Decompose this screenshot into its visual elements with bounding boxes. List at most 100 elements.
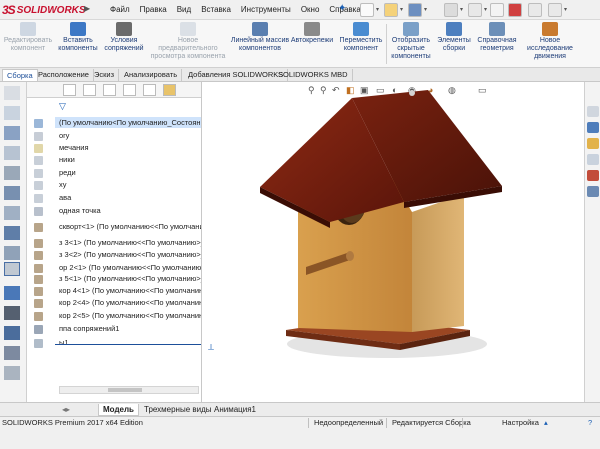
motion-icon[interactable] (4, 326, 20, 340)
undo-dropdown-icon[interactable]: ▾ (484, 6, 487, 13)
tab-model[interactable]: Модель (98, 404, 139, 416)
open-dropdown-icon[interactable]: ▾ (400, 6, 403, 13)
new-dropdown-icon[interactable]: ▾ (376, 6, 379, 13)
graphics-viewport[interactable]: ⚲ ⚲ ↶ ◧ ▣ ▭ ◐ ◉ ◕ ◍ ▭ ⟂ (202, 82, 584, 402)
configuration-manager-tab-icon[interactable] (103, 84, 116, 96)
tab-sketch[interactable]: Эскиз (90, 69, 120, 81)
feature-manager-tab-icon[interactable] (63, 84, 76, 96)
design-library-icon[interactable] (4, 366, 20, 380)
dimxpert-tab-icon[interactable] (123, 84, 136, 96)
render-icon[interactable] (4, 346, 20, 360)
tab-animation1[interactable]: Анимация1 (210, 404, 260, 416)
mate-button[interactable]: Условия сопряжений (102, 22, 146, 53)
tab-solidworks-mbd[interactable]: SOLIDWORKS MBD (274, 69, 353, 81)
mate-reference-icon[interactable] (4, 306, 20, 320)
help-question-icon[interactable]: ? (588, 418, 592, 428)
menu-insert[interactable]: Вставка (201, 5, 231, 14)
tab-layout[interactable]: Расположение (34, 69, 94, 81)
show-hidden-components-button[interactable]: Отобразить скрытые компоненты (388, 22, 434, 61)
select-cursor-icon[interactable] (490, 3, 504, 17)
tree-row-component-6[interactable]: кор 4<1> (По умолчанию<<По умолчанию (59, 285, 201, 296)
zoom-icon[interactable] (4, 146, 20, 160)
pin-icon[interactable]: ✦ (338, 3, 346, 14)
new-motion-study-button[interactable]: Новое исследование движения (526, 22, 574, 61)
menu-view[interactable]: Вид (177, 5, 191, 14)
tree-row-history[interactable]: ory (59, 130, 69, 141)
history-icon (34, 132, 43, 141)
tree-row-component-2[interactable]: з 3<1> (По умолчанию<<По умолчанию>_С (59, 237, 201, 248)
menu-file[interactable]: Файл (110, 5, 130, 14)
open-folder-icon[interactable] (384, 3, 398, 17)
display-style-icon[interactable] (4, 186, 20, 200)
view-orientation-icon[interactable] (4, 106, 20, 120)
insert-components-label: Вставить компоненты (58, 37, 98, 52)
tree-row-right-plane[interactable]: ава (59, 192, 71, 203)
tree-row-last[interactable]: ы1 (59, 337, 69, 348)
birdhouse-model[interactable] (202, 82, 584, 402)
appearances-icon[interactable] (587, 170, 599, 181)
smart-fasteners-button[interactable]: Автокрепежи (290, 22, 334, 45)
file-properties-icon[interactable] (528, 3, 542, 17)
rebuild-traffic-light-icon[interactable] (508, 3, 522, 17)
assembly-features-button[interactable]: Элементы сборки (436, 22, 472, 53)
tree-scrollbar-thumb[interactable] (108, 388, 142, 392)
solidworks-resources-icon[interactable] (587, 106, 599, 117)
tab-evaluate[interactable]: Анализировать (120, 69, 183, 81)
tree-row-root[interactable]: (По умолчанию<По умолчанию_Состояние (55, 117, 201, 128)
undo-icon[interactable] (468, 3, 482, 17)
tree-row-top-plane[interactable]: ху (59, 179, 67, 190)
filter-icon[interactable]: ▽ (59, 101, 66, 112)
file-explorer-icon[interactable] (587, 138, 599, 149)
move-component-button[interactable]: Переместить компонент (338, 22, 384, 53)
tree-horizontal-scrollbar[interactable] (59, 386, 199, 394)
hide-show-icon[interactable] (4, 206, 20, 220)
print-dropdown-icon[interactable]: ▾ (460, 6, 463, 13)
tab-assembly[interactable]: Сборка (2, 69, 38, 81)
save-icon[interactable] (408, 3, 422, 17)
menu-tools[interactable]: Инструменты (241, 5, 291, 14)
tree-row-component-8[interactable]: кор 2<5> (По умолчанию<<По умолчанию (59, 310, 201, 321)
apply-scene-icon[interactable] (4, 246, 20, 260)
tree-row-component-4[interactable]: ор 2<1> (По умолчанию<<По умолчанию (59, 262, 201, 273)
new-document-icon[interactable] (360, 3, 374, 17)
tree-row-front-plane[interactable]: реди (59, 167, 76, 178)
select-icon[interactable] (4, 86, 20, 100)
tree-row-mate-group[interactable]: ппа сопряжений1 (59, 323, 119, 334)
status-units-settings[interactable]: Настройка (502, 418, 539, 428)
component-preview-button[interactable]: Новое предварительного просмотра компоне… (148, 22, 228, 61)
tree-row-annotations[interactable]: мечания (59, 142, 89, 153)
tree-row-component-7[interactable]: кор 2<4> (По умолчанию<<По умолчанию (59, 297, 201, 308)
appearance-tab-icon[interactable] (163, 84, 176, 96)
section-view-icon[interactable] (4, 166, 20, 180)
edit-component-button[interactable]: Редактировать компонент (2, 22, 54, 53)
print-icon[interactable] (444, 3, 458, 17)
property-manager-tab-icon[interactable] (83, 84, 96, 96)
design-library-tab-icon[interactable] (587, 122, 599, 133)
status-units-dropdown-icon[interactable]: ▴ (544, 418, 548, 428)
measure-icon[interactable] (4, 286, 20, 300)
linear-pattern-button[interactable]: Линейный массив компонентов (230, 22, 290, 53)
options-dropdown-icon[interactable]: ▾ (564, 6, 567, 13)
custom-properties-icon[interactable] (587, 186, 599, 197)
tab-3d-views[interactable]: Трехмерные виды (140, 404, 216, 416)
tab-nav-arrows-icon[interactable]: ◂▸ (58, 404, 74, 416)
tree-row-component-3[interactable]: з 3<2> (По умолчанию<<По умолчанию>_С (59, 249, 201, 260)
reference-geometry-button[interactable]: Справочная геометрия (474, 22, 520, 53)
save-dropdown-icon[interactable]: ▾ (424, 6, 427, 13)
menu-window[interactable]: Окно (301, 5, 320, 14)
display-manager-tab-icon[interactable] (143, 84, 156, 96)
solidworks-logo[interactable]: 3S SOLIDWORKS (2, 3, 86, 17)
insert-components-button[interactable]: Вставить компоненты (56, 22, 100, 53)
menu-edit[interactable]: Правка (140, 5, 167, 14)
part-icon[interactable] (4, 126, 20, 140)
menu-expand-arrow-icon[interactable]: ▶ (84, 4, 90, 13)
edit-appearance-icon[interactable] (4, 226, 20, 240)
tree-row-origin[interactable]: одная точка (59, 205, 101, 216)
tree-row-sensors[interactable]: ники (59, 154, 75, 165)
tree-row-component-1[interactable]: скворт<1> (По умолчанию<<По умолчанию (59, 221, 201, 232)
tab-solidworks-addins[interactable]: Добавления SOLIDWORKS (184, 69, 289, 81)
view-palette-icon[interactable] (587, 154, 599, 165)
options-gear-icon[interactable] (548, 3, 562, 17)
ruler-icon[interactable] (4, 262, 20, 276)
tree-row-component-5[interactable]: з 5<1> (По умолчанию<<По умолчанию>_ (59, 273, 201, 284)
